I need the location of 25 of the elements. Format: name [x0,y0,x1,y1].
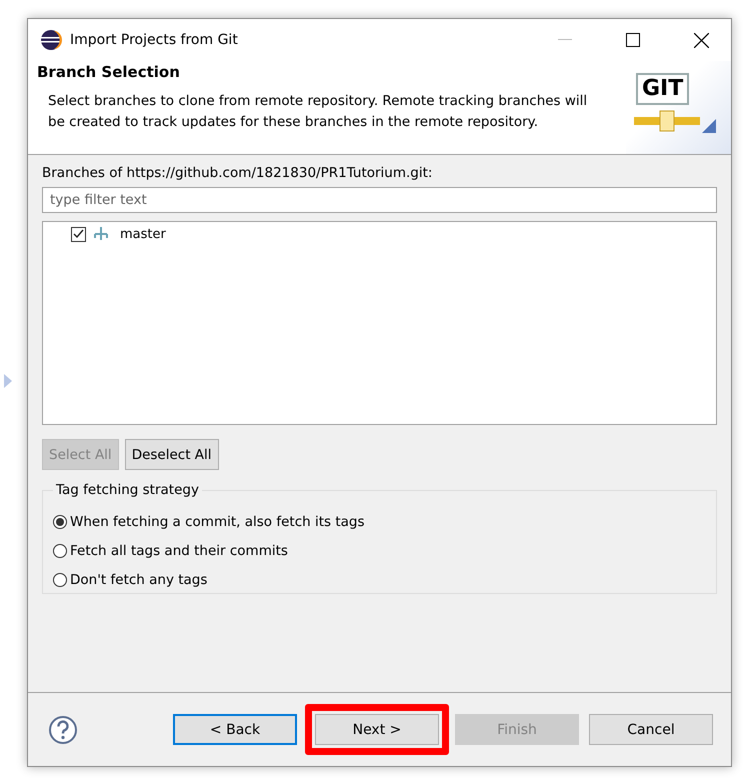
branch-icon [92,226,110,242]
radio-button[interactable] [53,572,67,586]
radio-label[interactable]: Fetch all tags and their commits [70,542,288,558]
git-logo: GIT [636,73,690,105]
arrow-icon [4,374,12,388]
help-icon[interactable] [48,714,78,744]
checkbox[interactable] [71,226,86,242]
branches-label: Branches of https://github.com/1821830/PR1Tutorium.git: [42,165,434,181]
dialog-button[interactable]: Cancel [589,714,713,745]
radio-button[interactable] [53,544,67,558]
window-title: Import Projects from Git [70,32,239,48]
eclipse-icon [40,29,62,51]
group-title: Tag fetching strategy [53,482,202,498]
branch-name[interactable]: master [120,226,166,242]
pipe-icon [634,109,700,133]
radio-button[interactable] [53,514,67,528]
dialog-button[interactable]: < Back [173,714,297,745]
page-description: Select branches to clone from remote repository. Remote tracking branches will be created to track updates for these branches in the remote repository. [48,92,588,132]
select-button[interactable]: Deselect All [124,439,219,470]
page-title: Branch Selection [37,63,181,81]
corner-icon [702,119,716,133]
dialog-button[interactable]: Next > [315,714,439,745]
filter-field[interactable]: type filter text [42,187,717,213]
radio-label[interactable]: Don't fetch any tags [70,572,208,588]
radio-label[interactable]: When fetching a commit, also fetch its tags [70,514,364,530]
